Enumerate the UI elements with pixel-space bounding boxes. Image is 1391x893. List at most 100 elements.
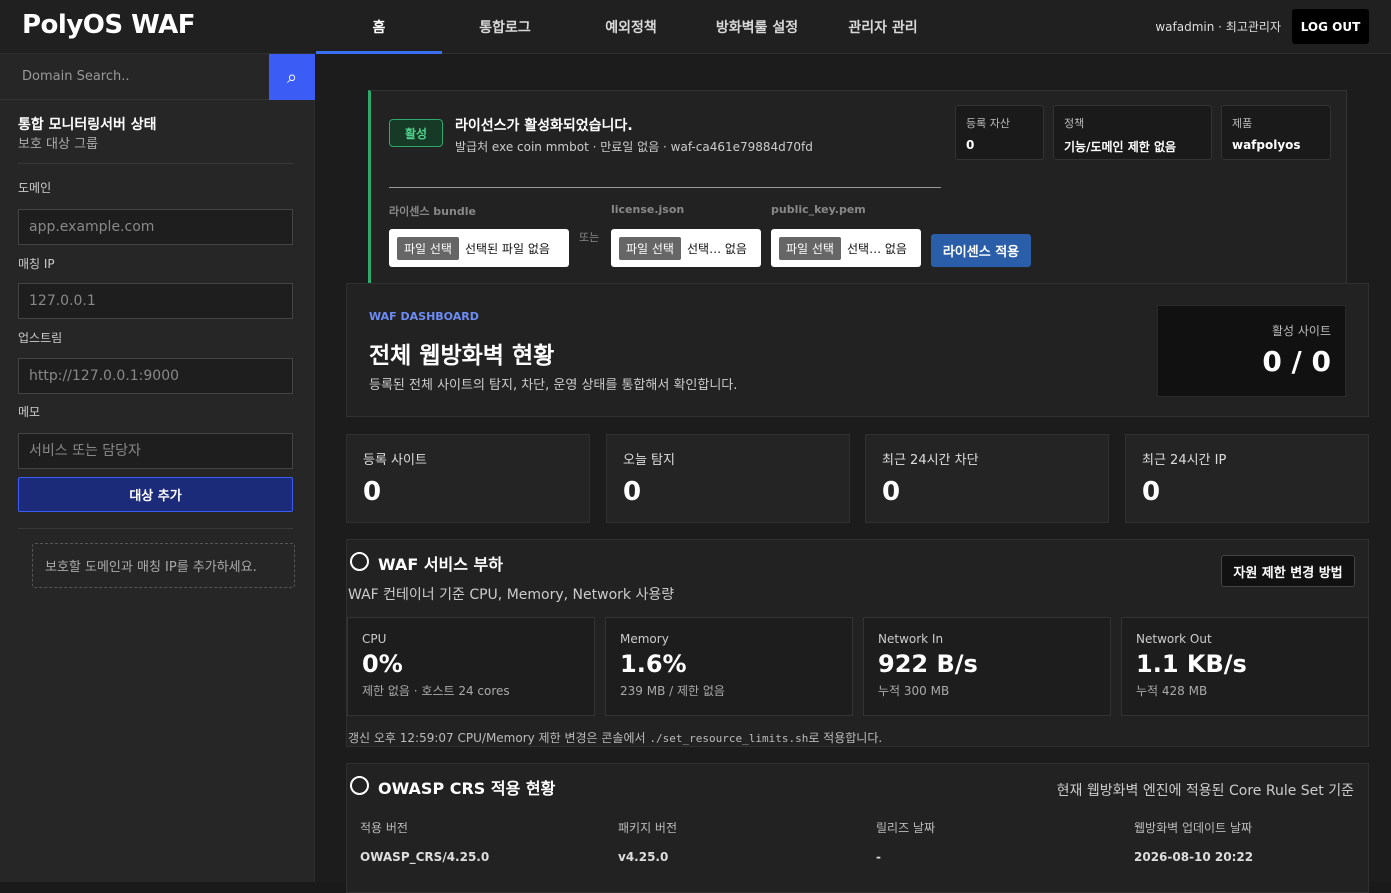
- memo-field[interactable]: [18, 433, 293, 469]
- pem-label: public_key.pem: [771, 203, 866, 216]
- dashboard-tag: WAF DASHBOARD: [369, 310, 479, 323]
- metric-label: CPU: [362, 632, 387, 646]
- upstream-field[interactable]: [18, 358, 293, 394]
- upstream-label: 업스트림: [18, 331, 63, 345]
- stat-card-sites: 등록 사이트 0: [346, 434, 590, 523]
- dashboard-header: WAF DASHBOARD 전체 웹방화벽 현황 등록된 전체 사이트의 탐지,…: [346, 283, 1369, 417]
- add-target-button[interactable]: 대상 추가: [18, 477, 293, 512]
- metric-network-out: Network Out 1.1 KB/s 누적 428 MB: [1121, 617, 1369, 716]
- file-status: 선택된 파일 없음: [464, 241, 550, 256]
- metric-value: 922 B/s: [878, 650, 978, 678]
- stat-card-ips: 최근 24시간 IP 0: [1125, 434, 1369, 523]
- active-sites-value: 0 / 0: [1262, 345, 1331, 378]
- metric-sub: 누적 300 MB: [878, 684, 950, 698]
- file-status: 선택… 없음: [846, 241, 907, 256]
- nav-exceptions[interactable]: 예외정책: [568, 0, 694, 54]
- domain-search-input[interactable]: [0, 54, 269, 100]
- update-note: 갱신 오후 12:59:07 CPU/Memory 제한 변경은 콘솔에서 ./…: [348, 729, 882, 746]
- update-command: ./set_resource_limits.sh: [649, 732, 809, 745]
- app-logo[interactable]: PolyOS WAF: [22, 10, 196, 40]
- license-title: 라이선스가 활성화되었습니다.: [455, 118, 633, 134]
- file-select-button[interactable]: 파일 선택: [619, 236, 681, 260]
- nav-firewall-rules[interactable]: 방화벽룰 설정: [694, 0, 820, 54]
- metric-value: 1.1 KB/s: [1136, 650, 1247, 678]
- metric-label: Memory: [620, 632, 669, 646]
- crs-value: -: [876, 850, 881, 864]
- stat-card-detections: 오늘 탐지 0: [606, 434, 850, 523]
- stat-value: 0: [1142, 477, 1161, 507]
- status-badge: 활성: [389, 119, 443, 147]
- apply-license-button[interactable]: 라이센스 적용: [931, 234, 1031, 267]
- crs-key: 패키지 버전: [618, 821, 678, 835]
- crs-applied-version: 적용 버전 OWASP_CRS/4.25.0: [360, 819, 489, 864]
- license-subtitle: 발급처 exe coin mmbot · 만료일 없음 · waf-ca461e…: [455, 140, 813, 154]
- file-status: 선택… 없음: [686, 241, 747, 256]
- info-value: 기능/도메인 제한 없음: [1064, 140, 1177, 154]
- panel-title: WAF 서비스 부하: [378, 555, 503, 574]
- info-key: 등록 자산: [966, 117, 1010, 130]
- metric-sub: 239 MB / 제한 없음: [620, 684, 725, 698]
- stat-value: 0: [623, 477, 642, 507]
- main-nav: 홈 통합로그 예외정책 방화벽룰 설정 관리자 관리: [316, 0, 946, 54]
- stat-label: 오늘 탐지: [623, 453, 675, 468]
- info-key: 제품: [1232, 117, 1253, 130]
- crs-value: v4.25.0: [618, 850, 669, 864]
- ip-field[interactable]: [18, 283, 293, 319]
- file-select-button[interactable]: 파일 선택: [397, 236, 459, 260]
- nav-admins[interactable]: 관리자 관리: [820, 0, 946, 54]
- bundle-label: 라이센스 bundle: [389, 205, 476, 218]
- stat-card-blocks: 최근 24시간 차단 0: [865, 434, 1109, 523]
- metric-sub: 누적 428 MB: [1136, 684, 1208, 698]
- page-description: 등록된 전체 사이트의 탐지, 차단, 운영 상태를 통합해서 확인합니다.: [369, 378, 738, 393]
- metric-value: 0%: [362, 650, 403, 678]
- circle-icon: [350, 552, 369, 571]
- file-select-button[interactable]: 파일 선택: [779, 236, 841, 260]
- pem-file-input[interactable]: 파일 선택 선택… 없음: [771, 229, 921, 267]
- search-icon: ⌕: [286, 66, 298, 88]
- divider: [18, 528, 293, 529]
- update-text: 갱신 오후 12:59:07 CPU/Memory 제한 변경은 콘솔에서: [348, 731, 650, 745]
- sidebar-subtitle: 보호 대상 그룹: [18, 137, 99, 152]
- metric-label: Network Out: [1136, 632, 1212, 646]
- bundle-file-input[interactable]: 파일 선택 선택된 파일 없음: [389, 229, 569, 267]
- json-file-input[interactable]: 파일 선택 선택… 없음: [611, 229, 761, 267]
- license-panel: 활성 라이선스가 활성화되었습니다. 발급처 exe coin mmbot · …: [368, 90, 1347, 286]
- info-value: wafpolyos: [1232, 138, 1301, 152]
- stat-value: 0: [363, 477, 382, 507]
- metric-cpu: CPU 0% 제한 없음 · 호스트 24 cores: [347, 617, 595, 716]
- metric-value: 1.6%: [620, 650, 687, 678]
- crs-release-date: 릴리즈 날짜 -: [876, 819, 935, 864]
- info-value: 0: [966, 138, 975, 152]
- crs-key: 적용 버전: [360, 821, 408, 835]
- page-title: 전체 웹방화벽 현황: [369, 343, 555, 369]
- json-label: license.json: [611, 203, 685, 216]
- nav-home[interactable]: 홈: [316, 0, 442, 54]
- crs-value: OWASP_CRS/4.25.0: [360, 850, 490, 864]
- domain-field[interactable]: [18, 209, 293, 245]
- search-button[interactable]: ⌕: [269, 54, 315, 100]
- empty-hint: 보호할 도메인과 매칭 IP를 추가하세요.: [32, 543, 295, 588]
- domain-label: 도메인: [18, 181, 52, 195]
- info-key: 정책: [1064, 117, 1085, 130]
- metric-sub: 제한 없음 · 호스트 24 cores: [362, 684, 510, 698]
- divider: [389, 187, 941, 188]
- active-sites-card: 활성 사이트 0 / 0: [1157, 305, 1346, 397]
- logout-button[interactable]: LOG OUT: [1292, 9, 1369, 44]
- memo-label: 메모: [18, 405, 41, 419]
- stat-value: 0: [882, 477, 901, 507]
- metric-network-in: Network In 922 B/s 누적 300 MB: [863, 617, 1111, 716]
- update-suffix: 로 적용합니다.: [808, 731, 883, 745]
- top-bar: PolyOS WAF 홈 통합로그 예외정책 방화벽룰 설정 관리자 관리 wa…: [0, 0, 1391, 54]
- divider: [18, 163, 293, 164]
- service-load-panel: WAF 서비스 부하 WAF 컨테이너 기준 CPU, Memory, Netw…: [346, 539, 1369, 747]
- stat-label: 최근 24시간 IP: [1142, 453, 1227, 468]
- user-info: wafadmin · 최고관리자: [1155, 20, 1281, 34]
- stat-label: 등록 사이트: [363, 453, 427, 468]
- ip-label: 매칭 IP: [18, 257, 55, 271]
- nav-logs[interactable]: 통합로그: [442, 0, 568, 54]
- resource-limit-button[interactable]: 자원 제한 변경 방법: [1221, 555, 1355, 587]
- info-policy: 정책 기능/도메인 제한 없음: [1053, 105, 1212, 160]
- crs-panel: OWASP CRS 적용 현황 현재 웹방화벽 엔진에 적용된 Core Rul…: [346, 763, 1369, 893]
- stat-label: 최근 24시간 차단: [882, 453, 979, 468]
- sidebar: ⌕ 통합 모니터링서버 상태 보호 대상 그룹 도메인 매칭 IP 업스트림 메…: [0, 54, 315, 882]
